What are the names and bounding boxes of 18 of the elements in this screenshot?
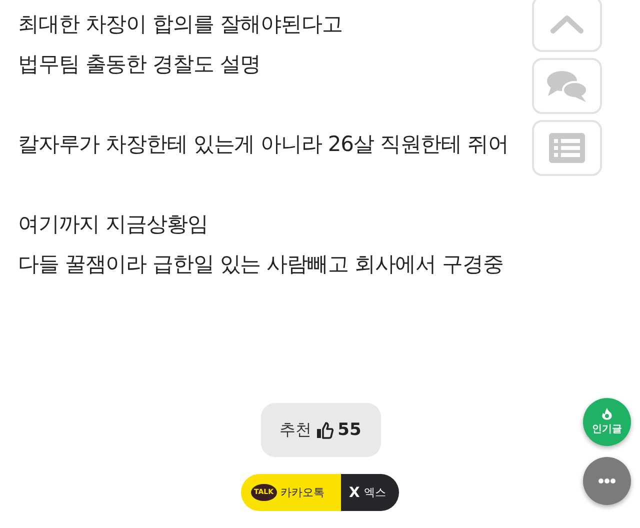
x-logo: X — [349, 484, 360, 500]
list-icon — [549, 133, 585, 163]
comments-button[interactable] — [532, 58, 602, 114]
list-button[interactable] — [532, 120, 602, 176]
x-share-button[interactable]: X 엑스 — [341, 474, 399, 511]
post-text: 여기까지 지금상황임 — [18, 211, 208, 238]
more-dots-icon — [598, 478, 616, 484]
post-text: 칼자루가 차장한테 있는게 아니라 26살 직원한테 쥐어 — [18, 131, 508, 158]
thumbs-up-icon — [316, 421, 334, 439]
post-text: 최대한 차장이 합의를 잘해야된다고 — [18, 11, 342, 38]
speech-bubbles-icon — [545, 69, 589, 103]
recommend-button[interactable]: 추천 55 — [260, 403, 380, 457]
post-text: 다들 꿀잼이라 급한일 있는 사람빼고 회사에서 구경중 — [18, 251, 504, 278]
chevron-up-icon — [550, 14, 584, 34]
flame-icon — [601, 408, 613, 420]
scroll-top-button[interactable] — [532, 0, 602, 52]
more-button[interactable] — [583, 457, 631, 505]
post-text: 법무팀 출동한 경찰도 설명 — [18, 51, 261, 78]
